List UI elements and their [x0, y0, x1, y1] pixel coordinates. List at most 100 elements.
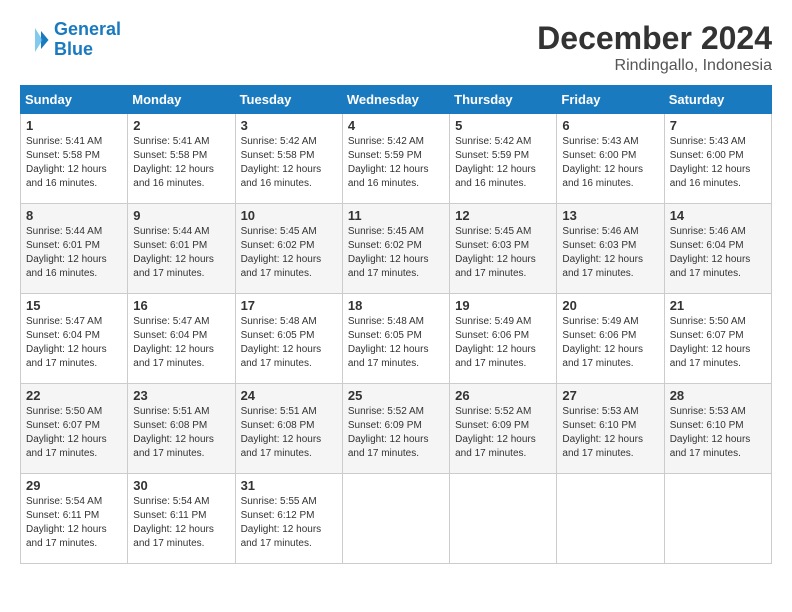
calendar-cell: 7 Sunrise: 5:43 AMSunset: 6:00 PMDaylight…: [664, 114, 771, 204]
calendar-table: Sunday Monday Tuesday Wednesday Thursday…: [20, 85, 772, 564]
day-number: 8: [26, 208, 122, 223]
calendar-week-row: 15Sunrise: 5:47 AMSunset: 6:04 PMDayligh…: [21, 294, 772, 384]
day-info: Sunrise: 5:44 AMSunset: 6:01 PMDaylight:…: [133, 225, 229, 281]
day-number: 30: [133, 478, 229, 493]
header-thursday: Thursday: [450, 86, 557, 114]
logo-line2: Blue: [54, 39, 93, 59]
logo-text: General Blue: [54, 20, 121, 60]
day-number: 18: [348, 298, 444, 313]
calendar-cell: 3Sunrise: 5:42 AMSunset: 5:58 PMDaylight…: [235, 114, 342, 204]
day-number: 22: [26, 388, 122, 403]
day-number: 23: [133, 388, 229, 403]
day-number: 20: [562, 298, 658, 313]
day-info: Sunrise: 5:42 AMSunset: 5:58 PMDaylight:…: [241, 135, 337, 191]
day-number: 2: [133, 118, 229, 133]
day-number: 11: [348, 208, 444, 223]
day-info: Sunrise: 5:44 AMSunset: 6:01 PMDaylight:…: [26, 225, 122, 281]
logo: General Blue: [20, 20, 121, 60]
calendar-week-row: 29 Sunrise: 5:54 AMSunset: 6:11 PMDayligh…: [21, 474, 772, 564]
day-number: 21: [670, 298, 766, 313]
calendar-cell: 24 Sunrise: 5:51 AMSunset: 6:08 PMDayligh…: [235, 384, 342, 474]
calendar-cell: 18 Sunrise: 5:48 AMSunset: 6:05 PMDayligh…: [342, 294, 449, 384]
location: Rindingallo, Indonesia: [537, 57, 772, 75]
calendar-cell: 8 Sunrise: 5:44 AMSunset: 6:01 PMDaylight…: [21, 204, 128, 294]
day-number: 10: [241, 208, 337, 223]
header-friday: Friday: [557, 86, 664, 114]
day-info: Sunrise: 5:54 AMSunset: 6:11 PMDaylight:…: [26, 495, 122, 551]
calendar-week-row: 22Sunrise: 5:50 AMSunset: 6:07 PMDayligh…: [21, 384, 772, 474]
day-info: Sunrise: 5:48 AMSunset: 6:05 PMDaylight:…: [241, 315, 337, 371]
calendar-cell: [450, 474, 557, 564]
day-info: Sunrise: 5:49 AMSunset: 6:06 PMDaylight:…: [562, 315, 658, 371]
page-header: General Blue December 2024 Rindingallo, …: [20, 20, 772, 75]
calendar-cell: 21Sunrise: 5:50 AMSunset: 6:07 PMDayligh…: [664, 294, 771, 384]
day-info: Sunrise: 5:53 AMSunset: 6:10 PMDaylight:…: [562, 405, 658, 461]
day-info: Sunrise: 5:46 AMSunset: 6:03 PMDaylight:…: [562, 225, 658, 281]
calendar-cell: 9 Sunrise: 5:44 AMSunset: 6:01 PMDaylight…: [128, 204, 235, 294]
day-number: 29: [26, 478, 122, 493]
day-number: 28: [670, 388, 766, 403]
header-saturday: Saturday: [664, 86, 771, 114]
calendar-cell: 27Sunrise: 5:53 AMSunset: 6:10 PMDayligh…: [557, 384, 664, 474]
calendar-cell: 1 Sunrise: 5:41 AMSunset: 5:58 PMDaylight…: [21, 114, 128, 204]
calendar-cell: 30 Sunrise: 5:54 AMSunset: 6:11 PMDayligh…: [128, 474, 235, 564]
calendar-cell: [557, 474, 664, 564]
day-number: 9: [133, 208, 229, 223]
calendar-cell: [342, 474, 449, 564]
day-info: Sunrise: 5:45 AMSunset: 6:02 PMDaylight:…: [241, 225, 337, 281]
day-number: 5: [455, 118, 551, 133]
day-info: Sunrise: 5:53 AMSunset: 6:10 PMDaylight:…: [670, 405, 766, 461]
day-info: Sunrise: 5:41 AMSunset: 5:58 PMDaylight:…: [26, 135, 122, 191]
day-info: Sunrise: 5:43 AMSunset: 6:00 PMDaylight:…: [670, 135, 766, 191]
month-title: December 2024: [537, 20, 772, 57]
logo-icon: [20, 25, 50, 55]
day-info: Sunrise: 5:42 AMSunset: 5:59 PMDaylight:…: [455, 135, 551, 191]
header-sunday: Sunday: [21, 86, 128, 114]
day-info: Sunrise: 5:54 AMSunset: 6:11 PMDaylight:…: [133, 495, 229, 551]
day-number: 31: [241, 478, 337, 493]
day-info: Sunrise: 5:46 AMSunset: 6:04 PMDaylight:…: [670, 225, 766, 281]
calendar-week-row: 8 Sunrise: 5:44 AMSunset: 6:01 PMDaylight…: [21, 204, 772, 294]
day-number: 26: [455, 388, 551, 403]
day-info: Sunrise: 5:45 AMSunset: 6:02 PMDaylight:…: [348, 225, 444, 281]
day-number: 17: [241, 298, 337, 313]
calendar-cell: 22Sunrise: 5:50 AMSunset: 6:07 PMDayligh…: [21, 384, 128, 474]
logo-line1: General: [54, 19, 121, 39]
day-info: Sunrise: 5:42 AMSunset: 5:59 PMDaylight:…: [348, 135, 444, 191]
calendar-cell: 6Sunrise: 5:43 AMSunset: 6:00 PMDaylight…: [557, 114, 664, 204]
header-monday: Monday: [128, 86, 235, 114]
day-info: Sunrise: 5:51 AMSunset: 6:08 PMDaylight:…: [241, 405, 337, 461]
calendar-cell: 13Sunrise: 5:46 AMSunset: 6:03 PMDayligh…: [557, 204, 664, 294]
calendar-cell: 15Sunrise: 5:47 AMSunset: 6:04 PMDayligh…: [21, 294, 128, 384]
day-number: 24: [241, 388, 337, 403]
day-number: 14: [670, 208, 766, 223]
calendar-cell: 29 Sunrise: 5:54 AMSunset: 6:11 PMDayligh…: [21, 474, 128, 564]
day-number: 7: [670, 118, 766, 133]
day-info: Sunrise: 5:51 AMSunset: 6:08 PMDaylight:…: [133, 405, 229, 461]
calendar-cell: 17 Sunrise: 5:48 AMSunset: 6:05 PMDayligh…: [235, 294, 342, 384]
calendar-cell: 2 Sunrise: 5:41 AMSunset: 5:58 PMDaylight…: [128, 114, 235, 204]
calendar-cell: 23 Sunrise: 5:51 AMSunset: 6:08 PMDayligh…: [128, 384, 235, 474]
calendar-cell: 25Sunrise: 5:52 AMSunset: 6:09 PMDayligh…: [342, 384, 449, 474]
day-number: 16: [133, 298, 229, 313]
day-number: 1: [26, 118, 122, 133]
day-number: 4: [348, 118, 444, 133]
day-number: 19: [455, 298, 551, 313]
calendar-cell: 20 Sunrise: 5:49 AMSunset: 6:06 PMDayligh…: [557, 294, 664, 384]
day-info: Sunrise: 5:52 AMSunset: 6:09 PMDaylight:…: [348, 405, 444, 461]
day-info: Sunrise: 5:45 AMSunset: 6:03 PMDaylight:…: [455, 225, 551, 281]
day-info: Sunrise: 5:41 AMSunset: 5:58 PMDaylight:…: [133, 135, 229, 191]
day-info: Sunrise: 5:43 AMSunset: 6:00 PMDaylight:…: [562, 135, 658, 191]
calendar-cell: 11 Sunrise: 5:45 AMSunset: 6:02 PMDayligh…: [342, 204, 449, 294]
calendar-cell: 10 Sunrise: 5:45 AMSunset: 6:02 PMDayligh…: [235, 204, 342, 294]
header-tuesday: Tuesday: [235, 86, 342, 114]
calendar-week-row: 1 Sunrise: 5:41 AMSunset: 5:58 PMDaylight…: [21, 114, 772, 204]
calendar-cell: 12Sunrise: 5:45 AMSunset: 6:03 PMDayligh…: [450, 204, 557, 294]
calendar-cell: 28 Sunrise: 5:53 AMSunset: 6:10 PMDayligh…: [664, 384, 771, 474]
calendar-cell: 19Sunrise: 5:49 AMSunset: 6:06 PMDayligh…: [450, 294, 557, 384]
day-info: Sunrise: 5:48 AMSunset: 6:05 PMDaylight:…: [348, 315, 444, 371]
title-section: December 2024 Rindingallo, Indonesia: [537, 20, 772, 75]
weekday-header-row: Sunday Monday Tuesday Wednesday Thursday…: [21, 86, 772, 114]
calendar-cell: [664, 474, 771, 564]
calendar-cell: 16Sunrise: 5:47 AMSunset: 6:04 PMDayligh…: [128, 294, 235, 384]
